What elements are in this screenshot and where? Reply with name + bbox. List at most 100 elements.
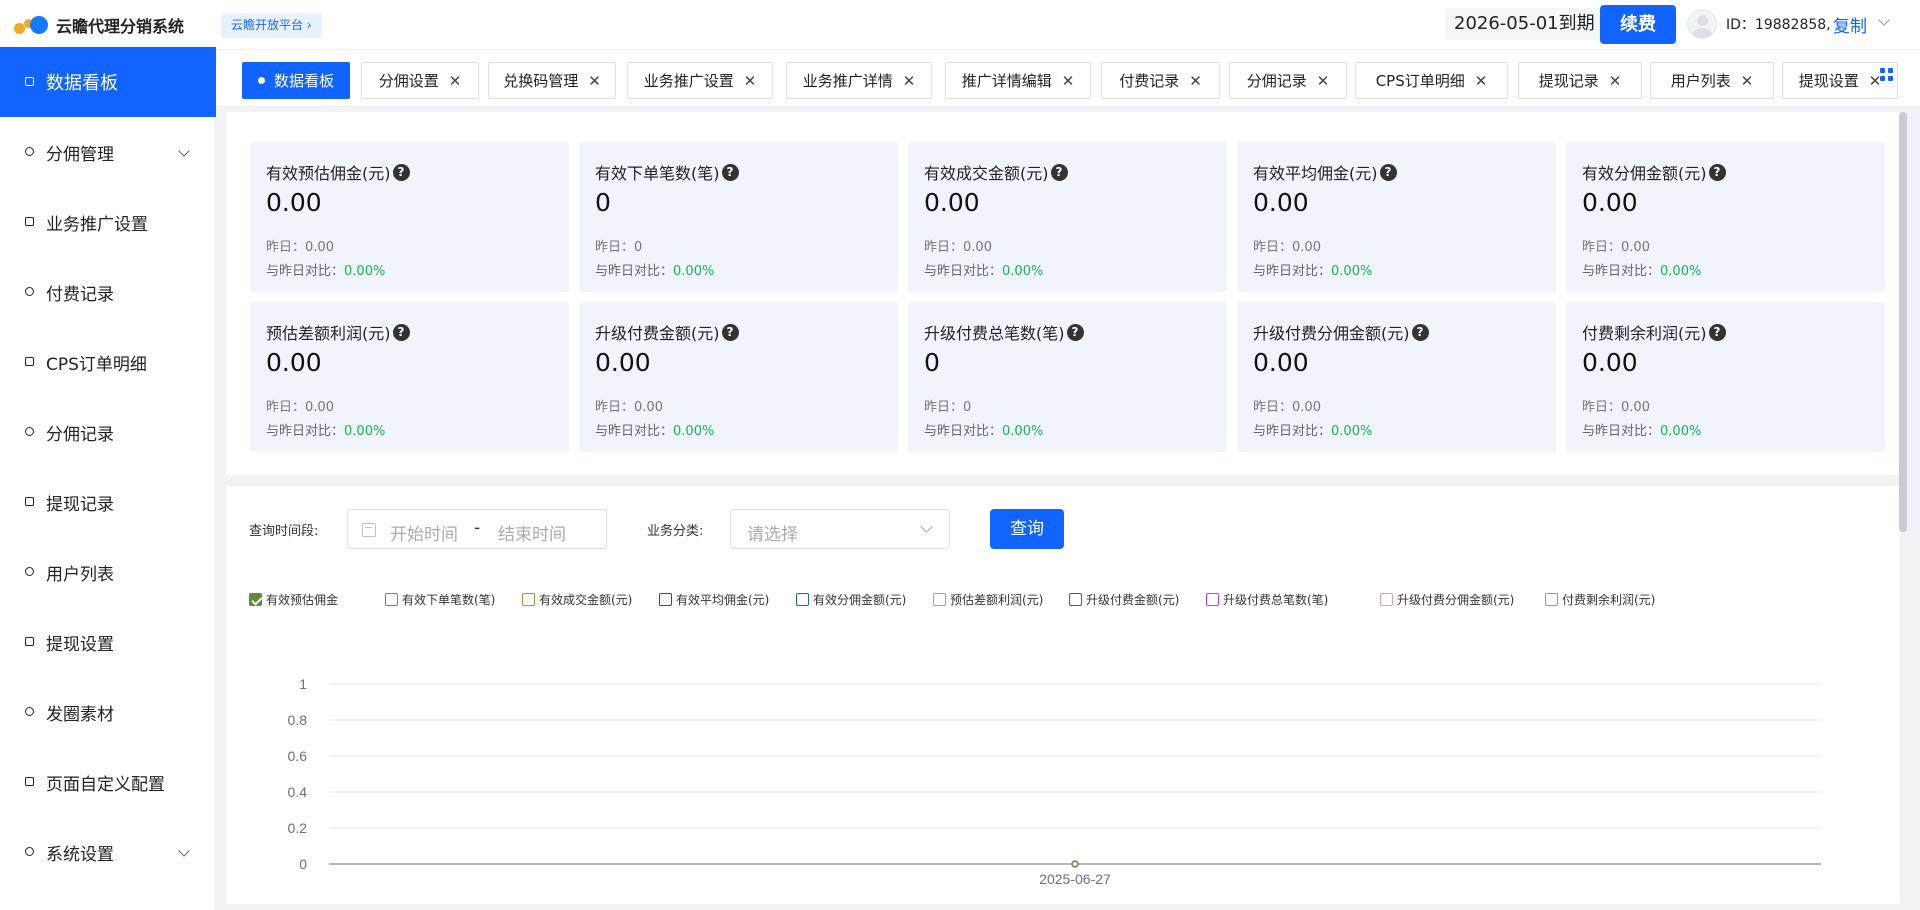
grid-menu-icon[interactable]: [1880, 68, 1894, 82]
help-icon[interactable]: ?: [1050, 163, 1068, 181]
stat-compare: 与昨日对比：0.00%: [1582, 420, 1701, 439]
sidebar-item-4[interactable]: CPS订单明细: [0, 327, 216, 397]
tab-5[interactable]: 推广详情编辑 ✕: [945, 62, 1091, 99]
line-chart: 1 0.8 0.6 0.4 0.2 0 2025-06-27: [288, 676, 1821, 887]
tab-label: 兑换码管理: [503, 72, 579, 90]
help-icon[interactable]: ?: [1708, 163, 1726, 181]
stat-yesterday: 昨日：0.00: [924, 236, 992, 255]
compare-value: 0.00%: [1002, 424, 1044, 439]
stat-yesterday: 昨日：0.00: [266, 236, 334, 255]
refresh-icon: [24, 356, 36, 368]
close-icon[interactable]: ✕: [588, 72, 601, 90]
tab-1[interactable]: 分佣设置 ✕: [361, 62, 479, 99]
tab-label: 推广详情编辑: [961, 72, 1052, 90]
help-icon[interactable]: ?: [1066, 323, 1084, 341]
file-icon: [24, 496, 36, 508]
stat-yesterday: 昨日：0: [595, 236, 642, 255]
help-icon[interactable]: ?: [392, 323, 410, 341]
tab-10[interactable]: 用户列表 ✕: [1650, 62, 1774, 99]
sidebar-item-10[interactable]: 页面自定义配置: [0, 747, 216, 817]
yesterday-prefix: 昨日：: [1582, 400, 1622, 415]
tab-label: 分佣记录: [1246, 72, 1307, 90]
help-icon[interactable]: ?: [392, 163, 410, 181]
sidebar-item-7[interactable]: 用户列表: [0, 537, 216, 607]
compare-prefix: 与昨日对比：: [924, 264, 1003, 279]
sidebar-item-11[interactable]: 系统设置: [0, 817, 216, 887]
stat-value: 0.00: [1253, 348, 1309, 377]
user-icon: [24, 146, 36, 158]
stat-title-text: 预估差额利润(元): [266, 324, 391, 343]
chevron-down-icon[interactable]: [1878, 14, 1890, 26]
app-logo: 云瞻代理分销系统: [14, 12, 184, 38]
image-icon: [24, 706, 36, 718]
yesterday-prefix: 昨日：: [924, 400, 964, 415]
tab-0[interactable]: 数据看板: [242, 62, 350, 99]
sidebar-item-label: 系统设置: [46, 844, 114, 865]
yesterday-prefix: 昨日：: [266, 400, 306, 415]
stat-yesterday: 昨日：0.00: [1582, 396, 1650, 415]
close-icon[interactable]: ✕: [1062, 72, 1075, 90]
gear-icon: [24, 636, 36, 648]
sidebar-item-2[interactable]: 业务推广设置: [0, 187, 216, 257]
stat-title-text: 有效成交金额(元): [924, 164, 1049, 183]
help-icon[interactable]: ?: [1411, 323, 1429, 341]
y-tick-label: 0.4: [288, 784, 308, 800]
tab-4[interactable]: 业务推广详情 ✕: [786, 62, 932, 99]
yesterday-value: 0.00: [1292, 400, 1321, 415]
sidebar-item-label: 付费记录: [46, 284, 114, 305]
stat-title: 有效分佣金额(元)?: [1582, 160, 1726, 184]
sidebar-item-8[interactable]: 提现设置: [0, 607, 216, 677]
stat-compare: 与昨日对比：0.00%: [595, 260, 714, 279]
stat-card: 升级付费分佣金额(元)? 0.00 昨日：0.00 与昨日对比：0.00%: [1237, 302, 1556, 452]
app-title: 云瞻代理分销系统: [56, 17, 185, 36]
stat-title-text: 升级付费总笔数(笔): [924, 324, 1065, 343]
help-icon[interactable]: ?: [721, 163, 739, 181]
sidebar-item-1[interactable]: 分佣管理: [0, 117, 216, 187]
tab-6[interactable]: 付费记录 ✕: [1101, 62, 1220, 99]
close-icon[interactable]: ✕: [744, 72, 757, 90]
sidebar-item-5[interactable]: 分佣记录: [0, 397, 216, 467]
yesterday-prefix: 昨日：: [924, 240, 964, 255]
tab-8[interactable]: CPS订单明细 ✕: [1355, 62, 1508, 99]
avatar[interactable]: [1687, 9, 1717, 39]
close-icon[interactable]: ✕: [1189, 72, 1202, 90]
tab-label: 分佣设置: [378, 72, 439, 90]
stat-card: 有效平均佣金(元)? 0.00 昨日：0.00 与昨日对比：0.00%: [1237, 142, 1556, 292]
stat-value: 0.00: [1582, 348, 1638, 377]
open-platform-link[interactable]: 云瞻开放平台 ›: [221, 13, 322, 38]
tab-label: 业务推广详情: [802, 72, 893, 90]
tab-label: 提现设置: [1798, 72, 1859, 90]
stat-yesterday: 昨日：0.00: [266, 396, 334, 415]
help-icon[interactable]: ?: [721, 323, 739, 341]
tab-9[interactable]: 提现记录 ✕: [1518, 62, 1642, 99]
close-icon[interactable]: ✕: [1609, 72, 1622, 90]
stat-title-text: 升级付费分佣金额(元): [1253, 324, 1410, 343]
sidebar-item-0[interactable]: 数据看板: [0, 47, 216, 117]
tab-3[interactable]: 业务推广设置 ✕: [627, 62, 773, 99]
sidebar-item-label: 提现记录: [46, 494, 114, 515]
stat-card: 升级付费金额(元)? 0.00 昨日：0.00 与昨日对比：0.00%: [579, 302, 898, 452]
close-icon[interactable]: ✕: [903, 72, 916, 90]
scrollbar[interactable]: [1899, 112, 1907, 532]
sidebar-item-3[interactable]: 付费记录: [0, 257, 216, 327]
stat-title: 有效预估佣金(元)?: [266, 160, 410, 184]
sidebar-item-6[interactable]: 提现记录: [0, 467, 216, 537]
close-icon[interactable]: ✕: [449, 72, 462, 90]
close-icon[interactable]: ✕: [1317, 72, 1330, 90]
close-icon[interactable]: ✕: [1475, 72, 1488, 90]
help-icon[interactable]: ?: [1379, 163, 1397, 181]
sidebar-item-label: 分佣管理: [46, 144, 114, 165]
yesterday-value: 0.00: [305, 400, 334, 415]
data-point[interactable]: [1071, 860, 1079, 868]
tab-2[interactable]: 兑换码管理 ✕: [488, 62, 616, 99]
close-icon[interactable]: ✕: [1741, 72, 1754, 90]
stat-title: 升级付费分佣金额(元)?: [1253, 320, 1429, 344]
y-tick-label: 0: [299, 856, 307, 872]
tab-7[interactable]: 分佣记录 ✕: [1229, 62, 1347, 99]
renew-button[interactable]: 续费: [1600, 5, 1676, 44]
stat-card: 有效预估佣金(元)? 0.00 昨日：0.00 与昨日对比：0.00%: [250, 142, 569, 292]
target-icon: [24, 426, 36, 438]
sidebar-item-9[interactable]: 发圈素材: [0, 677, 216, 747]
copy-id-button[interactable]: 复制: [1833, 12, 1867, 37]
help-icon[interactable]: ?: [1708, 323, 1726, 341]
